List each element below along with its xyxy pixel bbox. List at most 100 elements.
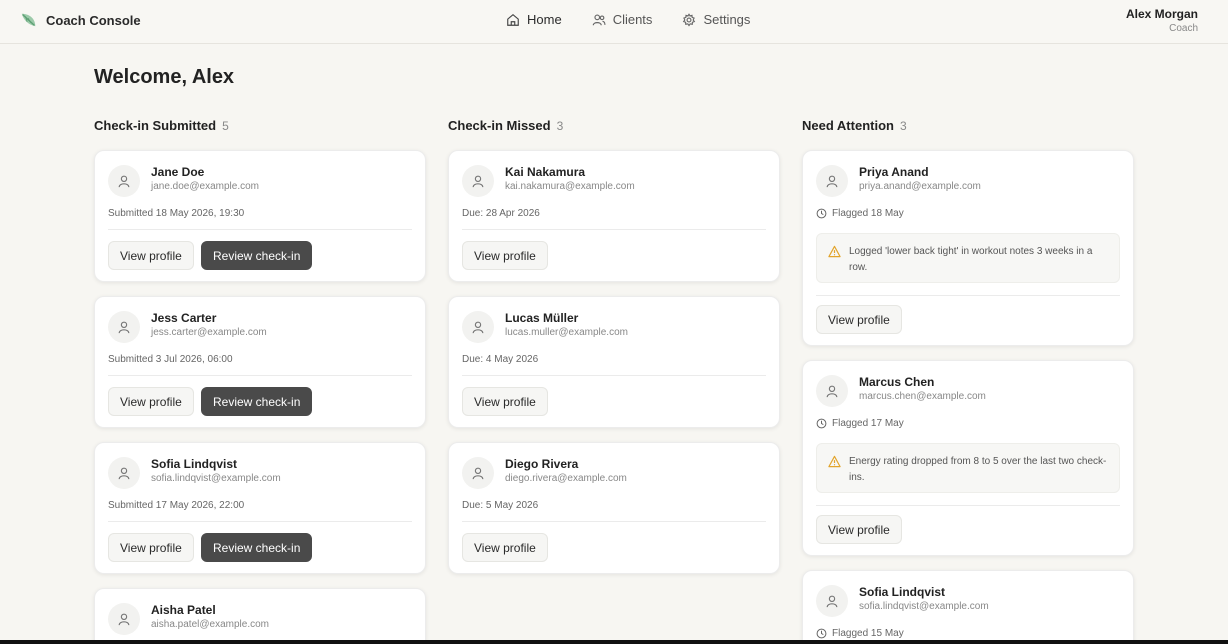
view-profile-button[interactable]: View profile (108, 387, 194, 416)
column-count: 3 (899, 119, 907, 133)
attention-note: Energy rating dropped from 8 to 5 over t… (816, 443, 1120, 493)
client-card: Sofia Lindqvist sofia.lindqvist@example.… (94, 442, 426, 574)
column-check-in-submitted: Check-in Submitted 5 Jane Doe jane.doe@ex… (94, 118, 426, 644)
user-icon (826, 385, 838, 398)
avatar (462, 311, 494, 343)
avatar (108, 165, 140, 197)
client-email: diego.rivera@example.com (505, 473, 627, 484)
client-card: Jess Carter jess.carter@example.com Subm… (94, 296, 426, 428)
review-check-in-button[interactable]: Review check-in (201, 533, 313, 562)
users-icon (592, 14, 606, 25)
client-card: Marcus Chen marcus.chen@example.com Flag… (802, 360, 1134, 556)
user-icon (472, 321, 484, 334)
due-date: Due: 4 May 2026 (462, 354, 539, 365)
client-name: Diego Rivera (505, 457, 579, 471)
home-icon (507, 13, 519, 26)
review-check-in-button[interactable]: Review check-in (201, 387, 313, 416)
client-card: Jane Doe jane.doe@example.com Submitted … (94, 150, 426, 282)
flagged-date: Flagged 17 May (816, 418, 904, 429)
client-email: sofia.lindqvist@example.com (151, 473, 281, 484)
app-title: Coach Console (46, 12, 141, 28)
client-name: Jane Doe (151, 165, 205, 179)
user-icon (826, 595, 838, 608)
client-card: Aisha Patel aisha.patel@example.com (94, 588, 426, 644)
client-email: kai.nakamura@example.com (505, 181, 635, 192)
column-need-attention: Need Attention 3 Priya Anand priya.anand@… (802, 118, 1134, 644)
nav-home-label: Home (527, 12, 562, 27)
avatar (108, 457, 140, 489)
user-role: Coach (1169, 23, 1198, 34)
review-check-in-button[interactable]: Review check-in (201, 241, 313, 270)
divider (816, 505, 1120, 506)
view-profile-button[interactable]: View profile (108, 241, 194, 270)
client-card: Kai Nakamura kai.nakamura@example.com Du… (448, 150, 780, 282)
brand[interactable]: Coach Console (20, 11, 141, 29)
clock-icon (816, 418, 827, 429)
column-header: Check-in Missed 3 (448, 118, 780, 133)
view-profile-button[interactable]: View profile (462, 533, 548, 562)
column-title: Check-in Submitted (94, 118, 217, 133)
divider (108, 229, 412, 230)
user-icon (118, 321, 130, 334)
avatar (108, 311, 140, 343)
due-date: Due: 28 Apr 2026 (462, 208, 540, 219)
client-name: Aisha Patel (151, 603, 216, 617)
submitted-time: Submitted 17 May 2026, 22:00 (108, 500, 245, 511)
client-email: marcus.chen@example.com (859, 391, 986, 402)
view-profile-button[interactable]: View profile (462, 241, 548, 270)
column-header: Need Attention 3 (802, 118, 1134, 133)
client-name: Marcus Chen (859, 375, 935, 389)
avatar (108, 603, 140, 635)
user-icon (118, 467, 130, 480)
client-email: jess.carter@example.com (151, 327, 267, 338)
nav-settings[interactable]: Settings (682, 12, 750, 27)
attention-note: Logged 'lower back tight' in workout not… (816, 233, 1120, 283)
user-icon (472, 467, 484, 480)
avatar (816, 165, 848, 197)
main-nav: Home Clients Settings (506, 12, 750, 27)
due-date: Due: 5 May 2026 (462, 500, 539, 511)
client-email: jane.doe@example.com (151, 181, 259, 192)
client-card: Sofia Lindqvist sofia.lindqvist@example.… (802, 570, 1134, 644)
nav-home[interactable]: Home (506, 12, 562, 27)
avatar (462, 457, 494, 489)
view-profile-button[interactable]: View profile (816, 515, 902, 544)
warning-icon (828, 455, 841, 468)
gear-icon (683, 12, 696, 26)
user-menu[interactable]: Alex Morgan Coach (1126, 7, 1198, 34)
client-name: Priya Anand (859, 165, 929, 179)
flagged-date: Flagged 18 May (816, 208, 904, 219)
column-check-in-missed: Check-in Missed 3 Kai Nakamura kai.nakamu… (448, 118, 780, 574)
submitted-time: Submitted 18 May 2026, 19:30 (108, 208, 245, 219)
leaf-logo-icon (21, 13, 36, 27)
warning-icon (828, 245, 841, 258)
view-profile-button[interactable]: View profile (108, 533, 194, 562)
client-name: Jess Carter (151, 311, 217, 325)
divider (462, 521, 766, 522)
avatar (816, 375, 848, 407)
clock-icon (816, 208, 827, 219)
view-profile-button[interactable]: View profile (462, 387, 548, 416)
nav-clients[interactable]: Clients (592, 12, 653, 27)
user-icon (472, 175, 484, 188)
view-profile-button[interactable]: View profile (816, 305, 902, 334)
divider (816, 295, 1120, 296)
submitted-time: Submitted 3 Jul 2026, 06:00 (108, 354, 233, 365)
column-title: Need Attention (802, 118, 894, 133)
client-email: aisha.patel@example.com (151, 619, 269, 630)
client-card: Priya Anand priya.anand@example.com Flag… (802, 150, 1134, 346)
divider (462, 229, 766, 230)
client-email: priya.anand@example.com (859, 181, 981, 192)
user-icon (826, 175, 838, 188)
nav-settings-label: Settings (703, 12, 751, 27)
clock-icon (816, 628, 827, 639)
column-title: Check-in Missed (448, 118, 551, 133)
column-header: Check-in Submitted 5 (94, 118, 426, 133)
bottom-edge (0, 640, 1228, 644)
avatar (462, 165, 494, 197)
divider (108, 521, 412, 522)
client-email: sofia.lindqvist@example.com (859, 601, 989, 612)
client-name: Sofia Lindqvist (859, 585, 946, 599)
client-name: Lucas Müller (505, 311, 579, 325)
nav-clients-label: Clients (612, 12, 653, 27)
